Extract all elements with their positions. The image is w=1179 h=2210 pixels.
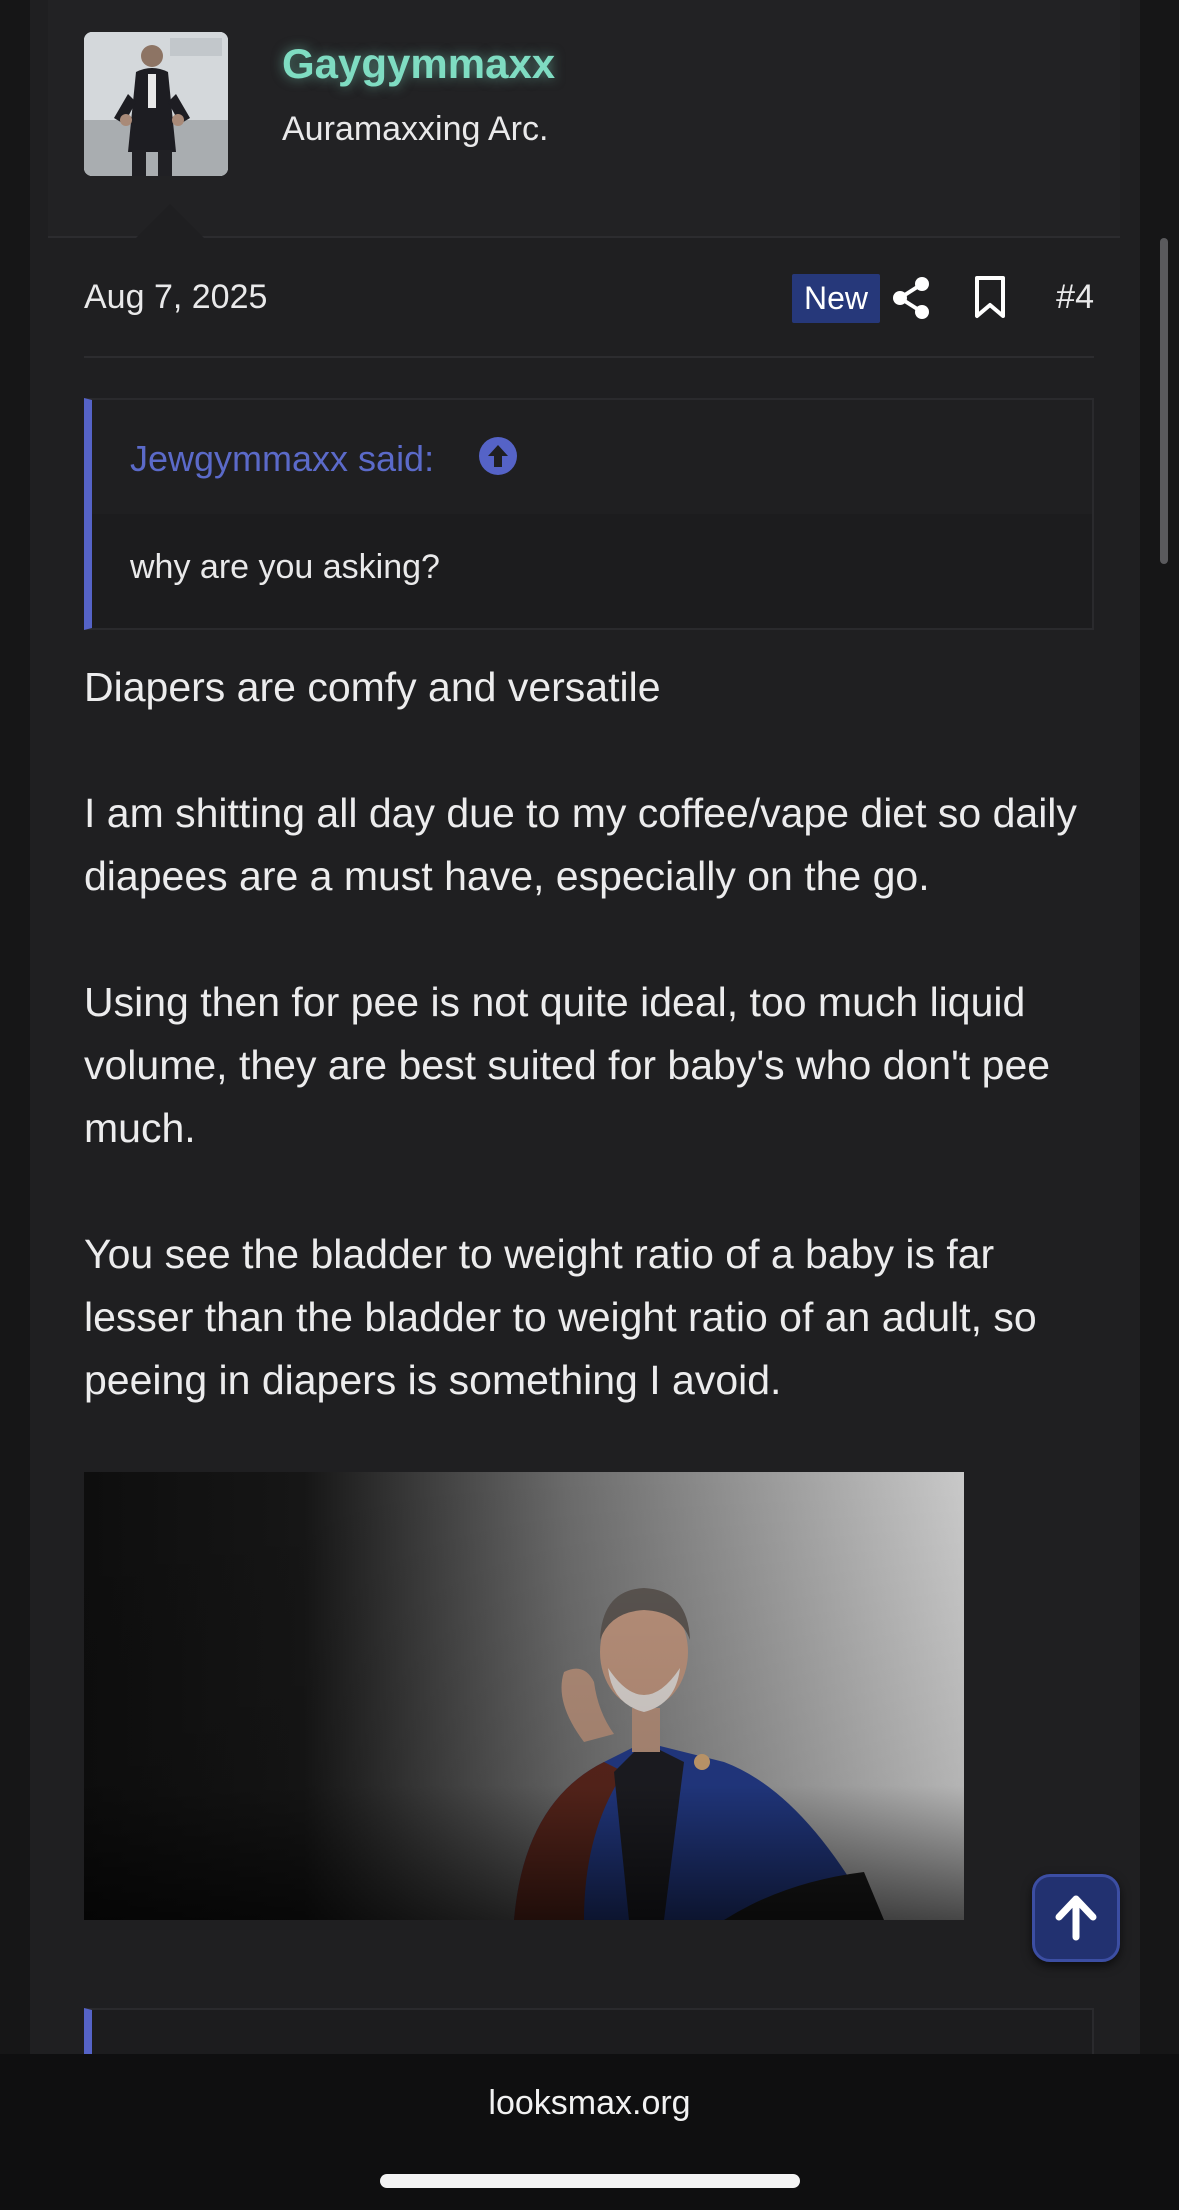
quote-text: why are you asking?: [130, 548, 440, 586]
post-image[interactable]: [84, 1472, 964, 1920]
post-date[interactable]: Aug 7, 2025: [84, 278, 267, 317]
post-meta-row: Aug 7, 2025 New #4: [84, 270, 1094, 334]
arrow-up-icon: [1055, 1895, 1097, 1941]
browser-bottom-bar: looksmax.org: [0, 2054, 1179, 2210]
quote-block: Jewgymmaxx said: why are you asking?: [84, 398, 1094, 630]
url-bar[interactable]: looksmax.org: [0, 2084, 1179, 2123]
post-paragraph: Diapers are comfy and versatile: [84, 664, 661, 710]
scrollbar[interactable]: [1160, 238, 1168, 564]
post-paragraph: Using then for pee is not quite ideal, t…: [84, 979, 1051, 1151]
home-indicator[interactable]: [380, 2174, 800, 2188]
quote-header: Jewgymmaxx said:: [92, 400, 1092, 514]
user-header: Gaygymmaxx Auramaxxing Arc.: [48, 0, 1120, 238]
post-body: Diapers are comfy and versatile I am shi…: [84, 656, 1094, 1412]
page: Gaygymmaxx Auramaxxing Arc. Aug 7, 2025 …: [0, 0, 1179, 2210]
bookmark-icon[interactable]: [972, 274, 1008, 322]
post-number-link[interactable]: #4: [1056, 278, 1094, 317]
user-title: Auramaxxing Arc.: [282, 110, 549, 148]
post-paragraph: You see the bladder to weight ratio of a…: [84, 1231, 1037, 1403]
post-paragraph: I am shitting all day due to my coffee/v…: [84, 790, 1077, 899]
avatar-image: [84, 32, 228, 176]
quote-author-link[interactable]: Jewgymmaxx said:: [130, 438, 434, 480]
arrow-up-circle-icon[interactable]: [478, 436, 518, 476]
scroll-to-top-button[interactable]: [1032, 1874, 1120, 1962]
avatar[interactable]: [84, 32, 228, 176]
share-icon[interactable]: [892, 274, 932, 322]
divider: [84, 356, 1094, 358]
username-link[interactable]: Gaygymmaxx: [282, 40, 555, 88]
new-badge: New: [792, 274, 881, 323]
